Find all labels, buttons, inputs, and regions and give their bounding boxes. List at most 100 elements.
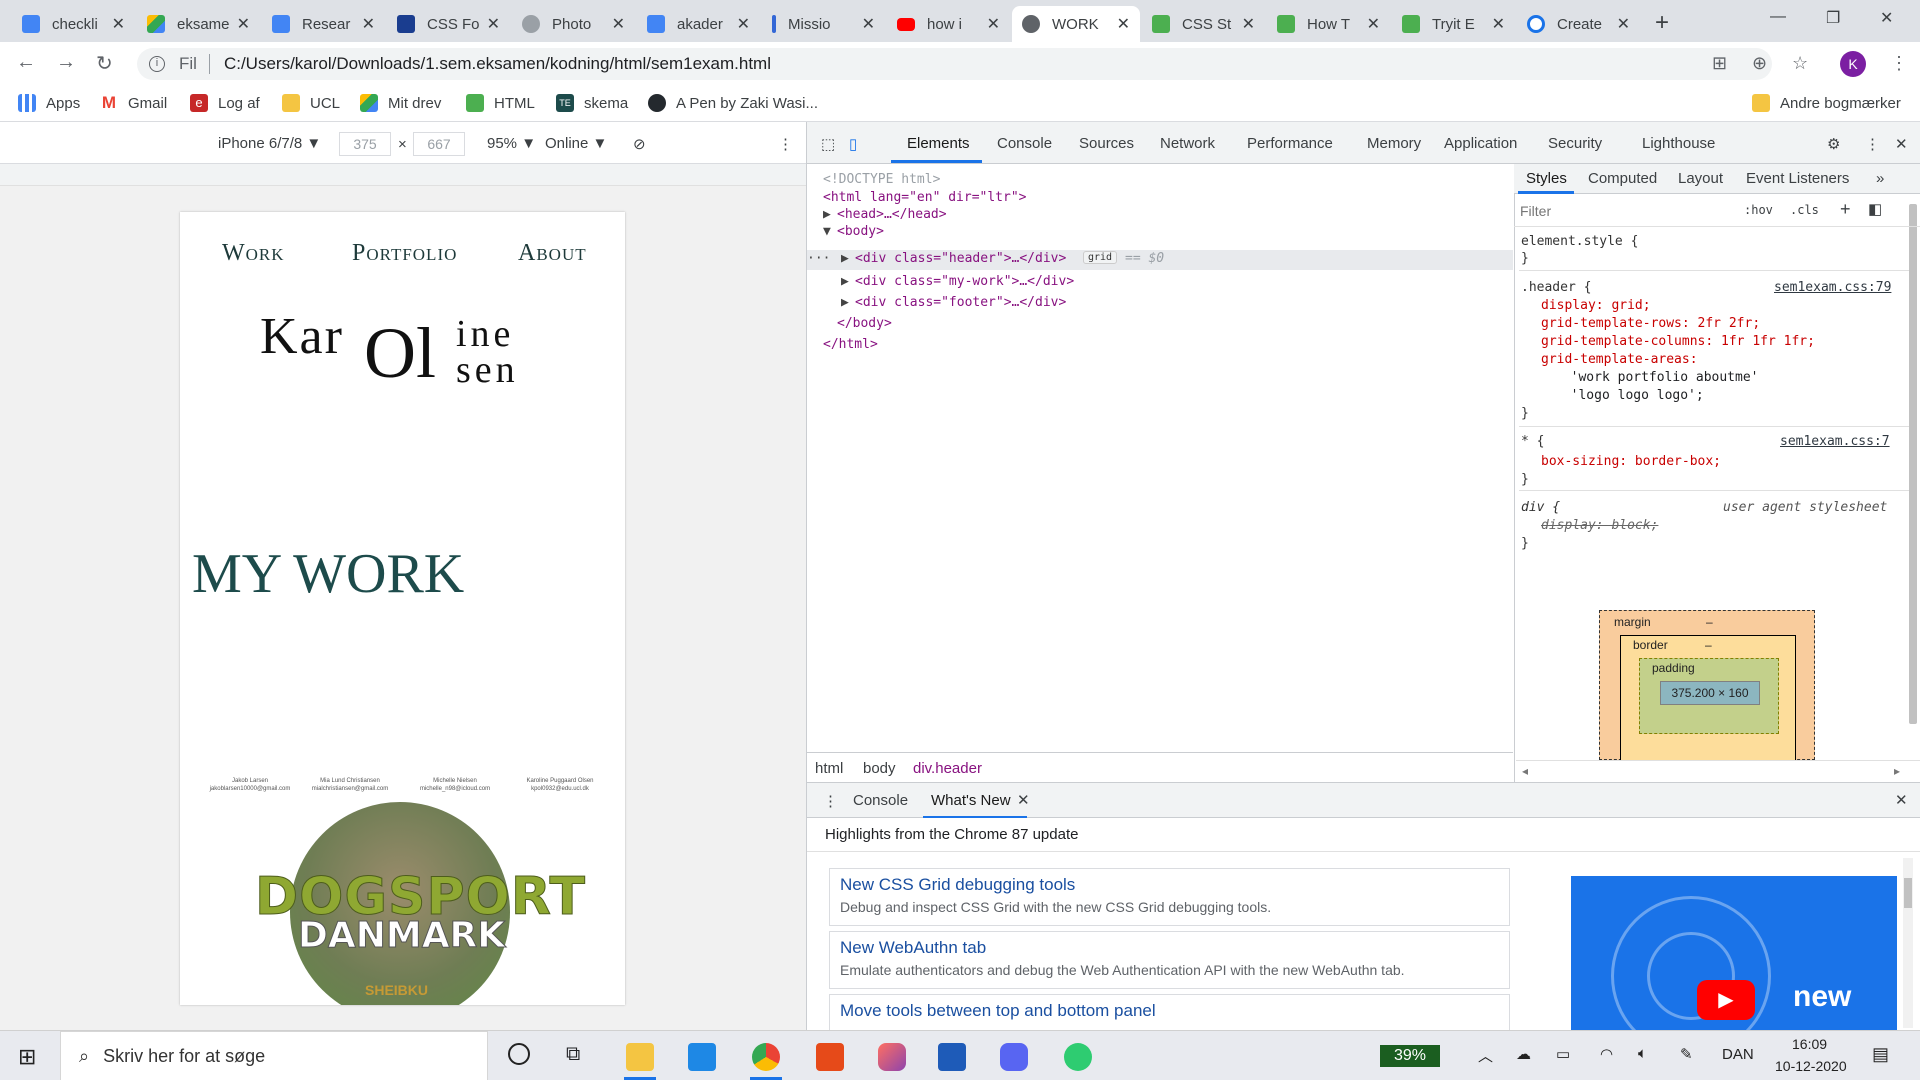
rule-header-source-link[interactable]: sem1exam.css:79 — [1774, 280, 1891, 295]
css-property[interactable]: grid-template-columns: 1fr 1fr 1fr; — [1541, 334, 1815, 349]
nav-portfolio-link[interactable]: Portfolio — [352, 240, 457, 267]
bookmark-gmail[interactable]: M Gmail — [100, 94, 167, 112]
clock-date[interactable]: 10-12-2020 — [1775, 1058, 1847, 1074]
close-tab-icon[interactable]: ✕ — [112, 14, 125, 34]
gear-icon[interactable]: ⚙ — [1827, 135, 1840, 153]
browser-tab[interactable]: Photo ✕ — [512, 6, 635, 42]
nav-work-link[interactable]: Work — [222, 240, 285, 267]
css-value[interactable]: 'logo logo logo'; — [1555, 388, 1704, 403]
mail-icon[interactable] — [688, 1043, 716, 1071]
wifi-icon[interactable]: ◠ — [1600, 1045, 1613, 1063]
kebab-menu-icon[interactable]: ⋮ — [1865, 135, 1880, 153]
browser-tab[interactable]: CSS St ✕ — [1142, 6, 1265, 42]
card-title[interactable]: New WebAuthn tab — [840, 938, 1499, 958]
zoom-icon[interactable]: ⊕ — [1752, 53, 1767, 74]
hov-toggle[interactable]: :hov — [1744, 203, 1773, 217]
css-property[interactable]: grid-template-rows: 2fr 2fr; — [1541, 316, 1760, 331]
cloud-icon[interactable]: ☁ — [1516, 1045, 1531, 1063]
expand-arrow-icon[interactable]: ▶ — [823, 207, 831, 222]
tab-security[interactable]: Security — [1548, 135, 1602, 152]
cortana-icon[interactable] — [508, 1043, 530, 1065]
scroll-left-icon[interactable]: ◂ — [1522, 764, 1528, 778]
star-icon[interactable]: ☆ — [1792, 53, 1808, 74]
close-drawer-icon[interactable]: ✕ — [1895, 791, 1908, 809]
bookmark-apps[interactable]: Apps — [18, 94, 80, 112]
new-tab-button[interactable]: + — [1655, 9, 1669, 37]
restore-icon[interactable]: ❐ — [1826, 8, 1840, 28]
chrome-icon[interactable] — [752, 1043, 780, 1071]
browser-tab[interactable]: how i ✕ — [887, 6, 1010, 42]
css-value[interactable]: 'work portfolio aboutme' — [1555, 370, 1759, 385]
video-thumbnail[interactable]: ▶ new — [1571, 876, 1897, 1036]
nav-about-link[interactable]: About — [518, 240, 587, 267]
dom-div-footer[interactable]: <div class="footer">…</div> — [855, 295, 1066, 310]
tab-sources[interactable]: Sources — [1079, 135, 1134, 152]
drawer-tab-whats-new[interactable]: What's New — [931, 792, 1011, 809]
bookmark-log-af[interactable]: e Log af — [190, 94, 260, 112]
clock-time[interactable]: 16:09 — [1792, 1036, 1827, 1052]
task-view-icon[interactable]: ⧉ — [566, 1043, 580, 1066]
tab-lighthouse[interactable]: Lighthouse — [1642, 135, 1715, 152]
height-input[interactable]: 667 — [413, 132, 465, 156]
expand-arrow-icon[interactable]: ▶ — [841, 295, 849, 310]
tab-memory[interactable]: Memory — [1367, 135, 1421, 152]
expand-arrow-icon[interactable]: ▶ — [841, 274, 849, 289]
language-indicator[interactable]: DAN — [1722, 1046, 1754, 1063]
box-content-size[interactable]: 375.200 × 160 — [1660, 681, 1760, 705]
filter-input[interactable] — [1520, 201, 1730, 221]
ellipsis-icon[interactable]: ··· — [807, 251, 830, 266]
word-icon[interactable] — [938, 1043, 966, 1071]
rule-element-style[interactable]: element.style { — [1521, 234, 1638, 249]
tab-performance[interactable]: Performance — [1247, 135, 1333, 152]
tab-layout[interactable]: Layout — [1678, 170, 1723, 187]
tab-styles[interactable]: Styles — [1526, 170, 1567, 187]
browser-tab[interactable]: How T ✕ — [1267, 6, 1390, 42]
rule-star-selector[interactable]: * { — [1521, 434, 1544, 449]
zoom-select[interactable]: 95% ▼ — [487, 135, 536, 152]
close-tab-icon[interactable]: ✕ — [1242, 14, 1255, 34]
inspect-icon[interactable]: ⬚ — [821, 135, 835, 153]
close-devtools-icon[interactable]: ✕ — [1895, 135, 1908, 153]
bookmark-html[interactable]: HTML — [466, 94, 535, 112]
kebab-menu-icon[interactable]: ⋮ — [1890, 53, 1908, 74]
css-property-overridden[interactable]: display: block; — [1541, 518, 1658, 533]
scrollbar[interactable] — [1909, 204, 1917, 724]
rule-star-source-link[interactable]: sem1exam.css:7 — [1780, 434, 1890, 449]
close-tab-icon[interactable]: ✕ — [362, 14, 375, 34]
more-tabs-icon[interactable]: » — [1876, 170, 1884, 187]
close-tab-icon[interactable]: ✕ — [1492, 14, 1505, 34]
dom-body-node[interactable]: <body> — [837, 224, 884, 239]
dom-div-my-work[interactable]: <div class="my-work">…</div> — [855, 274, 1074, 289]
crumb-html[interactable]: html — [815, 760, 843, 777]
add-rule-icon[interactable]: + — [1840, 199, 1851, 220]
dom-head-node[interactable]: <head>…</head> — [837, 207, 947, 222]
app-icon[interactable] — [1064, 1043, 1092, 1071]
crumb-body[interactable]: body — [863, 760, 896, 777]
crumb-div-header[interactable]: div.header — [913, 760, 982, 777]
battery-meter[interactable]: 39% — [1380, 1045, 1440, 1067]
info-icon[interactable]: i — [149, 56, 165, 72]
tab-network[interactable]: Network — [1160, 135, 1215, 152]
kebab-menu-icon[interactable]: ⋮ — [778, 135, 793, 153]
browser-tab[interactable]: checkli ✕ — [12, 6, 135, 42]
battery-icon[interactable]: ▭ — [1556, 1045, 1570, 1063]
file-explorer-icon[interactable] — [626, 1043, 654, 1071]
other-bookmarks[interactable]: Andre bogmærker — [1752, 94, 1901, 112]
tab-elements[interactable]: Elements — [907, 135, 970, 152]
close-tab-icon[interactable]: ✕ — [987, 14, 1000, 34]
discord-icon[interactable] — [1000, 1043, 1028, 1071]
close-tab-icon[interactable]: ✕ — [487, 14, 500, 34]
browser-tab[interactable]: Create ✕ — [1517, 6, 1640, 42]
pen-icon[interactable]: ✎ — [1680, 1045, 1693, 1063]
bookmark-mit-drev[interactable]: Mit drev — [360, 94, 441, 112]
close-tab-icon[interactable]: ✕ — [237, 14, 250, 34]
forward-icon[interactable]: → — [56, 51, 76, 74]
browser-tab[interactable]: Resear ✕ — [262, 6, 385, 42]
drawer-menu-icon[interactable]: ⋮ — [823, 792, 838, 810]
whats-new-card[interactable]: New CSS Grid debugging tools Debug and i… — [829, 868, 1510, 926]
bookmark-ucl[interactable]: UCL — [282, 94, 340, 112]
rotate-icon[interactable]: ⊘ — [633, 135, 646, 153]
css-property[interactable]: box-sizing: border-box; — [1541, 454, 1721, 469]
grid-badge[interactable]: grid — [1083, 251, 1118, 264]
scrollbar[interactable] — [1903, 858, 1913, 1028]
